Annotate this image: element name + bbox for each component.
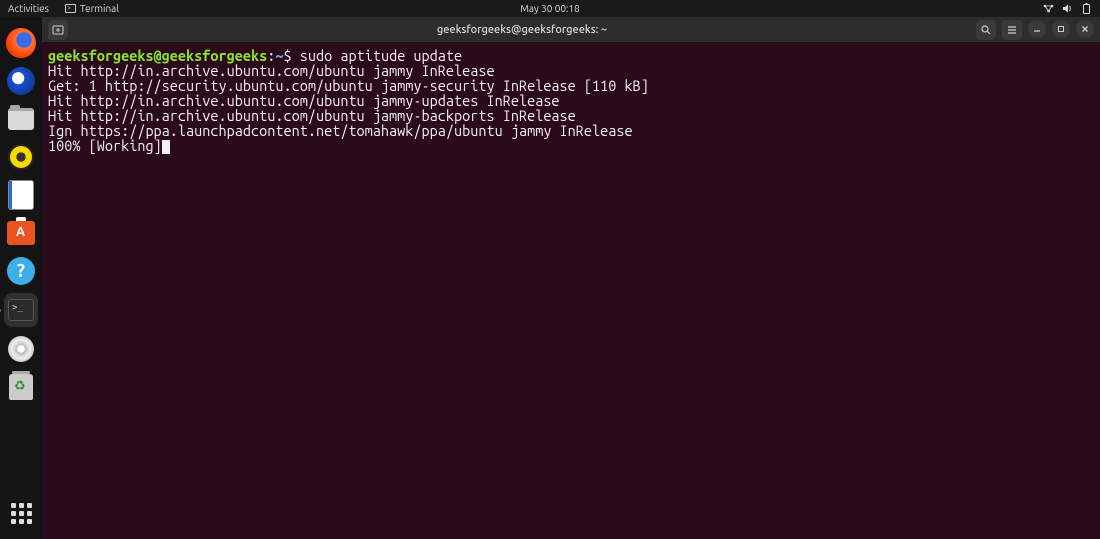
dock-help[interactable]: ? <box>5 255 37 287</box>
clock[interactable]: May 30 00:18 <box>520 3 580 14</box>
terminal-menu-label: Terminal <box>80 3 119 14</box>
power-icon[interactable] <box>1081 3 1092 14</box>
network-icon[interactable] <box>1043 3 1054 14</box>
titlebar: geeksforgeeks@geeksforgeeks: ~ <box>42 17 1100 42</box>
new-tab-button[interactable] <box>48 20 68 40</box>
terminal-body[interactable]: geeksforgeeks@geeksforgeeks:~$ sudo apti… <box>42 42 1100 539</box>
volume-icon[interactable] <box>1062 3 1073 14</box>
terminal-dock-icon <box>8 299 34 321</box>
dock-disc[interactable] <box>5 333 37 365</box>
window-title: geeksforgeeks@geeksforgeeks: ~ <box>68 24 976 36</box>
writer-icon <box>9 181 33 209</box>
maximize-button[interactable] <box>1052 20 1070 38</box>
thunderbird-icon <box>7 67 35 95</box>
disc-icon <box>8 336 34 362</box>
progress-line: 100% [Working] <box>48 137 162 154</box>
dock: ? <box>0 17 42 539</box>
close-button[interactable] <box>1076 20 1094 38</box>
activities-button[interactable]: Activities <box>8 3 49 14</box>
cursor <box>162 140 170 154</box>
gnome-top-bar: Activities Terminal May 30 00:18 <box>0 0 1100 17</box>
show-applications-button[interactable] <box>5 497 37 529</box>
terminal-window: geeksforgeeks@geeksforgeeks: ~ geeksforg… <box>42 17 1100 539</box>
files-icon <box>8 108 34 130</box>
dock-files[interactable] <box>5 103 37 135</box>
trash-icon <box>9 374 33 400</box>
rhythmbox-icon <box>8 144 34 170</box>
dock-rhythmbox[interactable] <box>5 141 37 173</box>
dock-software[interactable] <box>5 217 37 249</box>
dock-trash[interactable] <box>5 371 37 403</box>
dock-terminal[interactable] <box>4 293 38 327</box>
dock-thunderbird[interactable] <box>5 65 37 97</box>
hamburger-menu-button[interactable] <box>1002 20 1022 40</box>
help-icon: ? <box>7 257 35 285</box>
minimize-button[interactable] <box>1028 20 1046 38</box>
dock-firefox[interactable] <box>5 27 37 59</box>
dock-writer[interactable] <box>5 179 37 211</box>
software-icon <box>7 221 35 245</box>
terminal-menu[interactable]: Terminal <box>65 3 119 14</box>
search-button[interactable] <box>976 20 996 40</box>
terminal-icon <box>65 4 76 13</box>
firefox-icon <box>6 28 36 58</box>
